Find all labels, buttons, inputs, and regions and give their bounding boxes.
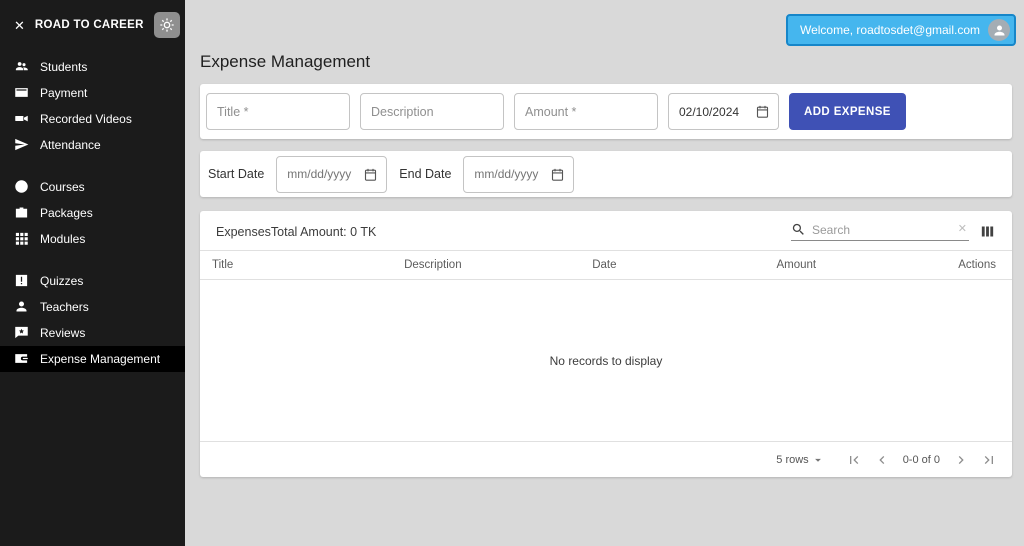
briefcase-icon [14,205,30,221]
table-header-row: Title Description Date Amount Actions [200,250,1012,280]
attendance-icon [14,137,30,153]
sidebar-item-label: Modules [40,232,86,246]
sidebar-item-teachers[interactable]: Teachers [0,294,185,320]
search-box: ✕ [791,222,969,241]
table-total-text: Total Amount: 0 TK [270,224,377,239]
table-toolbar-actions: ✕ [791,221,998,242]
sidebar-item-expense-management[interactable]: Expense Management [0,346,185,372]
sidebar-header: ✕ ROAD TO CAREER [0,0,185,54]
chevron-right-icon [958,455,964,464]
sidebar-item-quizzes[interactable]: Quizzes [0,268,185,294]
welcome-text: Welcome, roadtosdet@gmail.com [799,23,980,37]
end-date-input[interactable] [474,167,547,181]
amount-input[interactable] [514,93,658,130]
close-icon[interactable]: ✕ [14,19,25,32]
sidebar-item-label: Packages [40,206,93,220]
calendar-icon[interactable] [361,165,380,184]
previous-page-button[interactable] [869,448,895,472]
expense-date-field [668,93,779,130]
sidebar-item-courses[interactable]: Courses [0,174,185,200]
column-header-date[interactable]: Date [592,259,776,271]
wallet-icon [14,351,30,367]
theme-toggle-button[interactable] [153,12,180,38]
sidebar-item-label: Recorded Videos [40,112,132,126]
sidebar-item-label: Attendance [40,138,101,152]
sidebar-item-label: Teachers [40,300,89,314]
chevron-down-icon [814,458,821,462]
chevron-left-icon [879,455,884,464]
next-page-button[interactable] [948,448,974,472]
expense-date-input[interactable] [679,104,751,119]
add-expense-form: ADD EXPENSE [200,84,1012,139]
sidebar-item-label: Payment [40,86,88,100]
sidebar-item-students[interactable]: Students [0,54,185,80]
column-header-amount[interactable]: Amount [776,259,909,271]
sidebar-item-payment[interactable]: Payment [0,80,185,106]
avatar [988,19,1010,41]
start-date-label: Start Date [208,167,265,181]
sidebar-item-reviews[interactable]: Reviews [0,320,185,346]
start-date-input[interactable] [287,167,360,181]
person-icon [14,299,30,315]
column-header-actions: Actions [958,259,996,271]
sun-icon [159,17,175,33]
title-input[interactable] [206,93,350,130]
table-title: ExpensesTotal Amount: 0 TK [216,225,376,239]
review-icon [14,325,30,341]
rows-per-page-select[interactable]: 5 rows [776,453,824,467]
empty-state-text: No records to display [549,353,663,368]
last-page-icon [984,455,993,464]
end-date-field [463,155,575,193]
table-footer: 5 rows 0-0 of 0 [200,441,1012,477]
sidebar-item-label: Reviews [40,326,86,340]
last-page-button[interactable] [976,448,1002,472]
first-page-icon [849,455,858,464]
app-root: ✕ ROAD TO CAREER Students Payment Record… [0,0,1024,546]
search-icon [792,223,804,235]
date-filter-bar: Start Date End Date [200,151,1012,197]
pagination-range-label: 0-0 of 0 [902,453,940,466]
table-toolbar: ExpensesTotal Amount: 0 TK ✕ [200,211,1012,250]
start-date-field [276,155,388,193]
sidebar-item-label: Quizzes [40,274,84,288]
students-icon [14,59,30,75]
page-title: Expense Management [200,52,371,71]
sidebar-item-attendance[interactable]: Attendance [0,132,185,158]
sidebar-item-label: Expense Management [40,352,161,366]
sidebar-item-recorded-videos[interactable]: Recorded Videos [0,106,185,132]
sidebar-nav: Students Payment Recorded Videos Attenda… [0,54,185,388]
column-header-title[interactable]: Title [212,259,404,271]
sidebar-item-packages[interactable]: Packages [0,200,185,226]
expenses-table: ExpensesTotal Amount: 0 TK ✕ Title Descr… [200,211,1012,477]
clear-search-icon[interactable]: ✕ [956,224,969,235]
video-camera-icon [14,111,30,127]
columns-icon [981,226,994,237]
sidebar: ✕ ROAD TO CAREER Students Payment Record… [0,0,185,546]
brand-title: ROAD TO CAREER [34,19,144,31]
welcome-banner[interactable]: Welcome, roadtosdet@gmail.com [785,14,1016,46]
rows-per-page-label: 5 rows [776,453,809,466]
calendar-icon[interactable] [753,102,772,121]
sidebar-item-label: Courses [40,180,85,194]
column-header-description[interactable]: Description [404,259,592,271]
quiz-icon [14,273,30,289]
nav-group-2: Courses Packages Modules [0,174,185,252]
description-input[interactable] [360,93,504,130]
grid-icon [14,231,30,247]
first-page-button[interactable] [841,448,867,472]
columns-visibility-button[interactable] [977,221,998,242]
end-date-label: End Date [399,167,452,181]
add-expense-button[interactable]: ADD EXPENSE [789,93,906,130]
nav-group-3: Quizzes Teachers Reviews Expense Managem… [0,268,185,372]
table-title-text: Expenses [216,224,271,239]
calendar-icon[interactable] [548,165,567,184]
sidebar-item-modules[interactable]: Modules [0,226,185,252]
main-content: Welcome, roadtosdet@gmail.com Expense Ma… [185,0,1024,546]
sidebar-item-label: Students [40,60,88,74]
clock-icon [14,179,30,195]
payment-icon [14,85,30,101]
nav-group-1: Students Payment Recorded Videos Attenda… [0,54,185,158]
search-input[interactable] [812,222,950,237]
